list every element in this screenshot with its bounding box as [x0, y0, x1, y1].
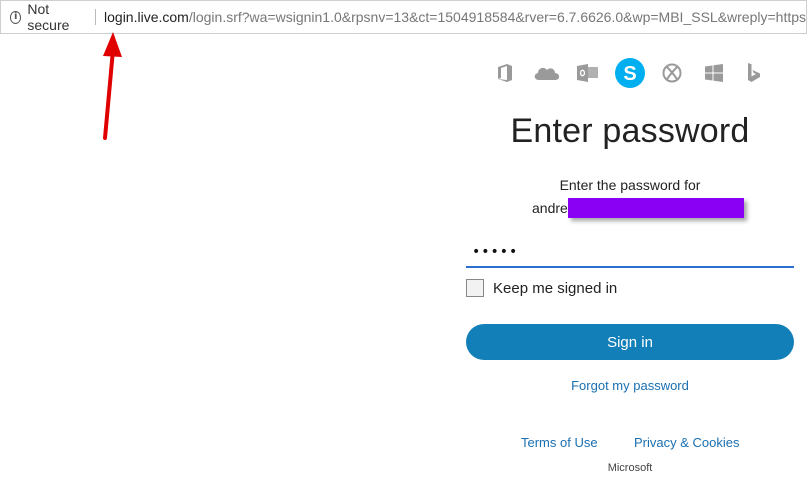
- skype-icon: S: [613, 56, 647, 90]
- account-name: andre: [532, 198, 744, 218]
- outlook-icon: [576, 56, 600, 90]
- redaction-bar: [567, 198, 744, 218]
- bing-icon: [744, 56, 764, 90]
- onedrive-icon: [532, 56, 562, 90]
- windows-icon: [702, 56, 726, 90]
- page-title: Enter password: [510, 112, 750, 150]
- office-icon: [494, 56, 516, 90]
- address-separator: [95, 9, 97, 25]
- xbox-icon: [660, 56, 684, 90]
- svg-text:S: S: [623, 63, 636, 85]
- info-icon[interactable]: i: [10, 10, 22, 24]
- microsoft-brand: Microsoft: [607, 462, 653, 474]
- page: i Not secure login.live.com/login.srf?wa…: [0, 0, 807, 489]
- forgot-password-link[interactable]: Forgot my password: [466, 378, 794, 393]
- account-prefix: andre: [532, 200, 568, 216]
- url-path: /login.srf?wa=wsignin1.0&rpsnv=13&ct=150…: [188, 9, 807, 25]
- password-prompt: Enter the password for: [559, 177, 701, 193]
- sign-in-button[interactable]: Sign in: [466, 324, 794, 360]
- url-host: login.live.com: [104, 9, 189, 25]
- keep-signed-in-label[interactable]: Keep me signed in: [493, 280, 617, 297]
- footer-links: Terms of Use Privacy & Cookies: [466, 435, 794, 455]
- keep-signed-in-row[interactable]: Keep me signed in: [466, 279, 617, 297]
- password-input[interactable]: [466, 238, 794, 268]
- url-text[interactable]: login.live.com/login.srf?wa=wsignin1.0&r…: [104, 9, 806, 25]
- terms-of-use-link[interactable]: Terms of Use: [521, 435, 598, 450]
- annotation-arrow: [103, 32, 122, 140]
- privacy-cookies-link[interactable]: Privacy & Cookies: [634, 435, 739, 450]
- keep-signed-in-checkbox[interactable]: [466, 279, 484, 297]
- security-indicator[interactable]: Not secure: [27, 1, 85, 33]
- product-icons: S: [492, 56, 772, 90]
